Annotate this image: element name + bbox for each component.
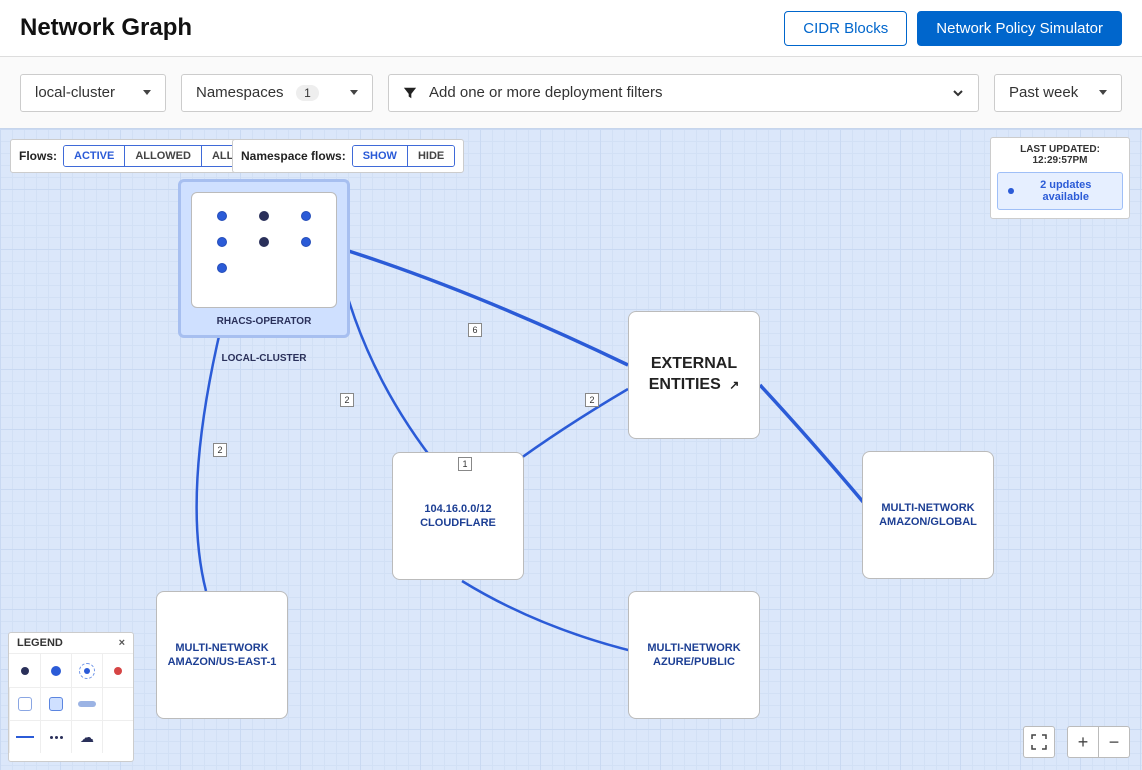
legend-item <box>102 720 133 753</box>
edge-label: 6 <box>468 323 482 337</box>
graph-node-amazon-global[interactable]: MULTI-NETWORK AMAZON/GLOBAL <box>862 451 994 579</box>
page-title: Network Graph <box>20 14 192 42</box>
namespace-flows-filter: Namespace flows: SHOW HIDE <box>232 139 464 173</box>
graph-node-azure-public[interactable]: MULTI-NETWORK AZURE/PUBLIC <box>628 591 760 719</box>
namespace-node-rhacs-operator[interactable]: RHACS-OPERATOR <box>178 179 350 338</box>
cluster-picker[interactable]: local-cluster <box>20 74 166 112</box>
external-link-icon: ↗ <box>729 378 739 392</box>
deployment-filter-placeholder: Add one or more deployment filters <box>429 84 662 101</box>
legend-item <box>40 720 71 753</box>
legend-item <box>102 654 133 687</box>
edge-label: 2 <box>340 393 354 407</box>
pod-dot[interactable] <box>217 237 227 247</box>
legend-item <box>9 654 40 687</box>
chevron-down-icon <box>952 87 964 99</box>
legend-item <box>71 654 102 687</box>
network-policy-simulator-button[interactable]: Network Policy Simulator <box>917 11 1122 46</box>
pod-dot[interactable] <box>259 237 269 247</box>
close-icon[interactable]: × <box>119 637 125 649</box>
cluster-picker-label: local-cluster <box>35 84 115 101</box>
legend-item: ☁ <box>71 720 102 753</box>
legend-item <box>40 687 71 720</box>
cluster-label: LOCAL-CLUSTER <box>178 353 350 364</box>
zoom-in-button[interactable]: + <box>1067 726 1099 758</box>
graph-node-external-entities[interactable]: EXTERNAL ENTITIES ↗ <box>628 311 760 439</box>
flow-option-active[interactable]: ACTIVE <box>64 146 124 166</box>
namespace-count-badge: 1 <box>296 85 319 101</box>
legend-item <box>102 687 133 720</box>
namespace-pods <box>191 192 337 308</box>
time-range-picker[interactable]: Past week <box>994 74 1122 112</box>
zoom-out-button[interactable]: − <box>1098 726 1130 758</box>
chevron-down-icon <box>350 90 358 95</box>
ns-flow-show[interactable]: SHOW <box>353 146 407 166</box>
chevron-down-icon <box>1099 90 1107 95</box>
flows-label: Flows: <box>19 149 57 163</box>
edge-label: 2 <box>585 393 599 407</box>
namespace-flows-label: Namespace flows: <box>241 149 346 163</box>
namespace-picker-label: Namespaces <box>196 84 284 101</box>
namespace-title: RHACS-OPERATOR <box>191 316 337 327</box>
legend-item <box>71 687 102 720</box>
graph-canvas[interactable]: Flows: ACTIVE ALLOWED ALL Namespace flow… <box>0 128 1142 770</box>
pod-dot[interactable] <box>259 211 269 221</box>
graph-node-amazon-us-east-1[interactable]: MULTI-NETWORK AMAZON/US-EAST-1 <box>156 591 288 719</box>
pod-dot[interactable] <box>301 237 311 247</box>
namespace-picker[interactable]: Namespaces 1 <box>181 74 373 112</box>
deployment-filter[interactable]: Add one or more deployment filters <box>388 74 979 112</box>
funnel-icon <box>403 86 417 100</box>
dot-icon <box>1008 188 1014 194</box>
flow-option-allowed[interactable]: ALLOWED <box>124 146 201 166</box>
legend-item <box>9 687 40 720</box>
fullscreen-icon <box>1031 734 1047 750</box>
legend-item <box>9 720 40 753</box>
edge-label: 2 <box>213 443 227 457</box>
cidr-blocks-button[interactable]: CIDR Blocks <box>784 11 907 46</box>
pod-dot[interactable] <box>217 263 227 273</box>
ns-flow-hide[interactable]: HIDE <box>407 146 454 166</box>
legend-item <box>40 654 71 687</box>
pod-dot[interactable] <box>301 211 311 221</box>
flows-filter: Flows: ACTIVE ALLOWED ALL <box>10 139 253 173</box>
legend-title: LEGEND <box>17 637 63 649</box>
updates-panel: LAST UPDATED: 12:29:57PM 2 updates avail… <box>990 137 1130 219</box>
time-range-label: Past week <box>1009 84 1078 101</box>
fullscreen-button[interactable] <box>1023 726 1055 758</box>
last-updated-text: LAST UPDATED: 12:29:57PM <box>997 144 1123 166</box>
updates-available-button[interactable]: 2 updates available <box>997 172 1123 210</box>
pod-dot[interactable] <box>217 211 227 221</box>
graph-node-cloudflare[interactable]: 104.16.0.0/12 CLOUDFLARE <box>392 452 524 580</box>
edge-label: 1 <box>458 457 472 471</box>
legend-panel: LEGEND × ☁ <box>8 632 134 762</box>
chevron-down-icon <box>143 90 151 95</box>
